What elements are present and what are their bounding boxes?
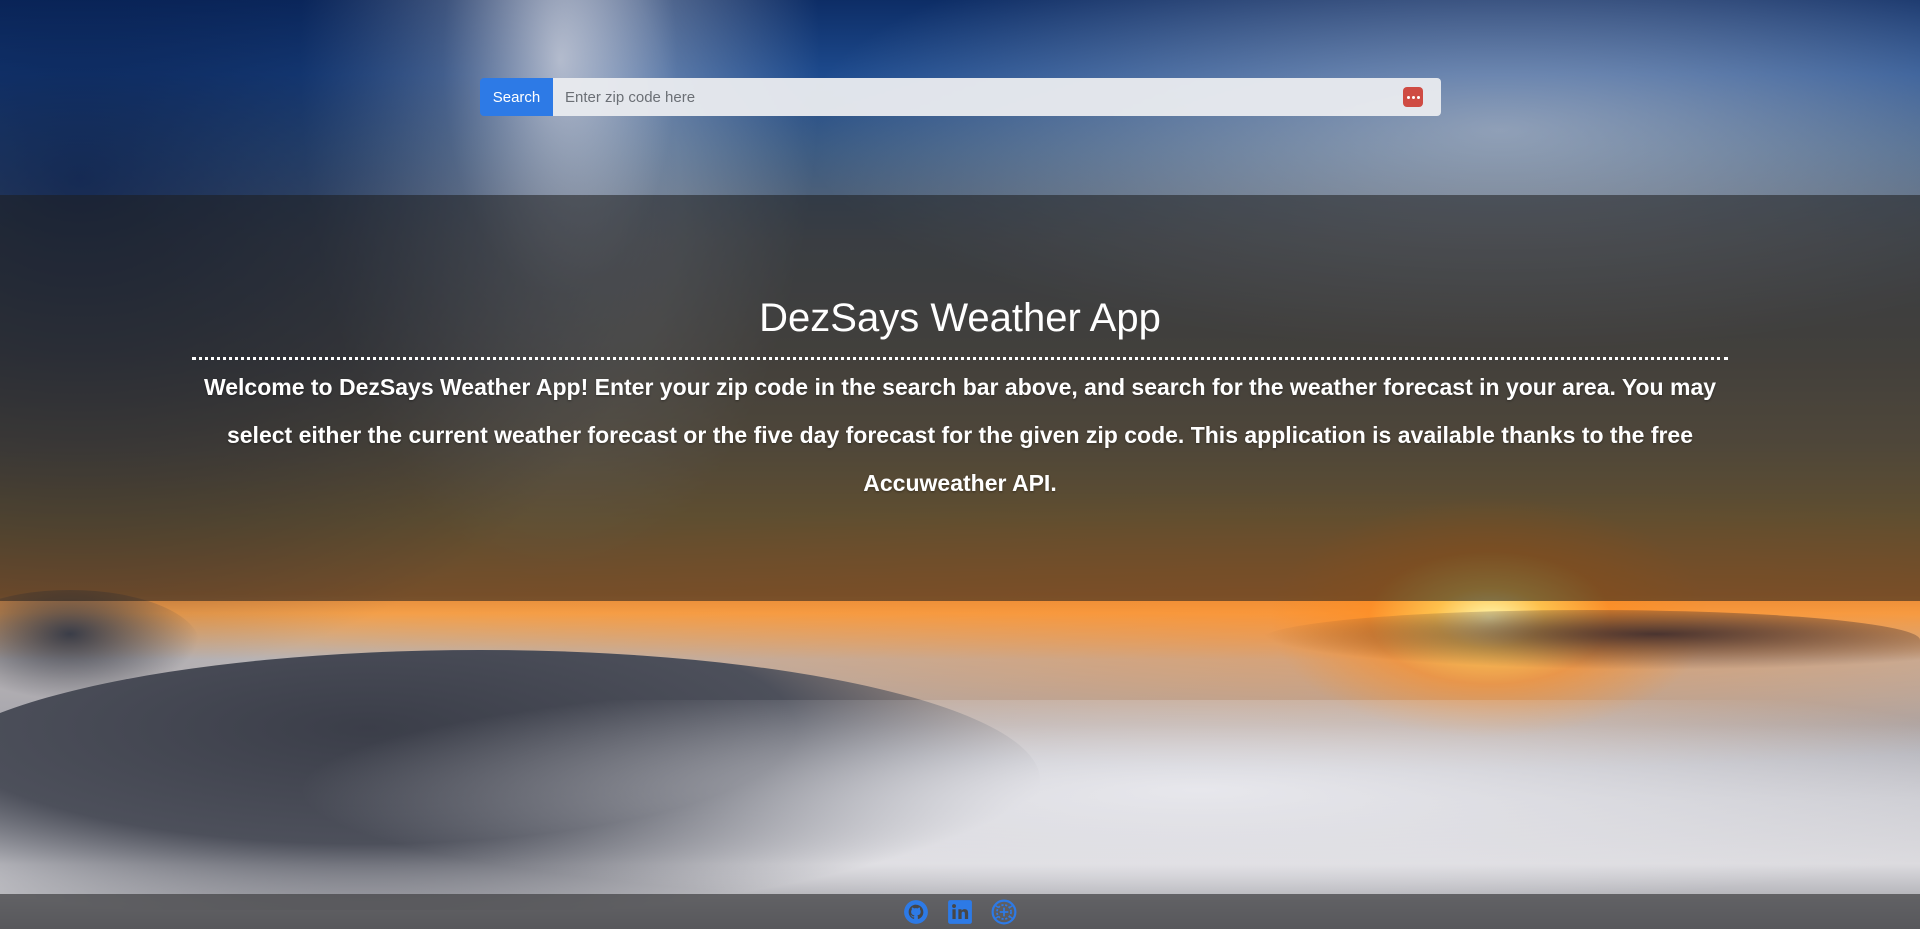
linkedin-icon [948, 899, 972, 924]
github-icon [904, 899, 928, 924]
github-link[interactable] [903, 899, 929, 925]
search-button[interactable]: Search [480, 78, 553, 116]
footer [0, 894, 1920, 929]
intro-text: Welcome to DezSays Weather App! Enter yo… [203, 374, 1717, 496]
portfolio-link[interactable] [991, 899, 1017, 925]
page: Search DezSays Weather App Welcome to De… [0, 0, 1920, 929]
page-title: DezSays Weather App [759, 296, 1161, 340]
password-manager-icon[interactable] [1403, 87, 1423, 107]
title-divider [192, 357, 1728, 360]
search-input-wrapper [553, 78, 1441, 116]
zip-code-input[interactable] [553, 78, 1441, 116]
portfolio-icon [991, 899, 1017, 924]
linkedin-link[interactable] [947, 899, 973, 925]
search-form: Search [480, 78, 1441, 116]
